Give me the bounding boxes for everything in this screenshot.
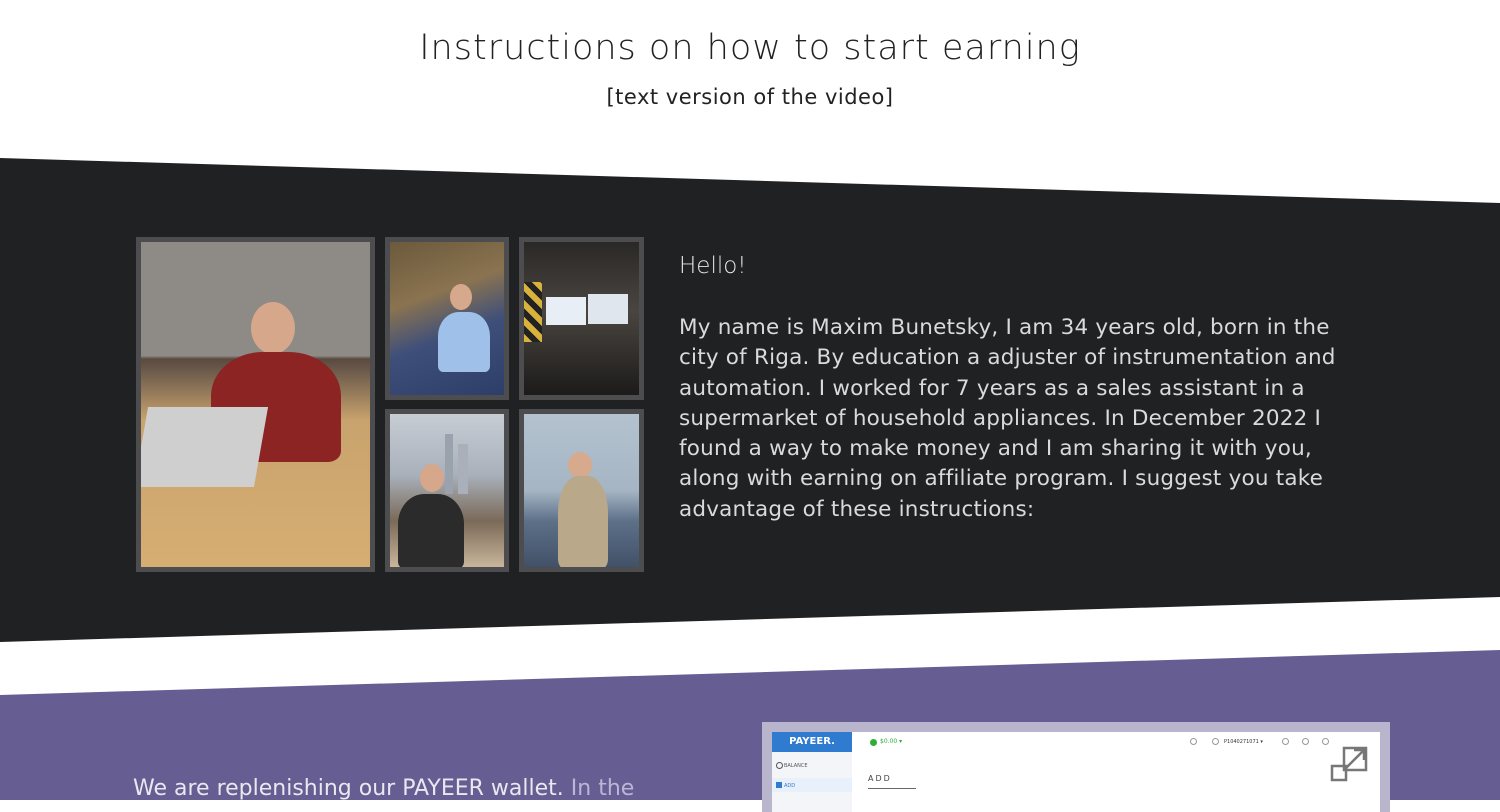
photo-cafe [385, 237, 509, 400]
payeer-account-id: P1040271071 ▾ [1224, 739, 1263, 745]
bio-paragraph: My name is Maxim Bunetsky, I am 34 years… [679, 315, 1336, 522]
photo-seaside [519, 409, 644, 572]
payeer-nav-balance: BALANCE [784, 763, 808, 769]
balance-icon [776, 762, 783, 769]
payeer-nav-add: ADD [784, 783, 796, 789]
photo-office-desk [519, 237, 644, 400]
step-text: We are replenishing our PAYEER wallet. I… [133, 776, 733, 801]
payeer-logo: PAYEER. [772, 732, 852, 752]
page-subtitle: [text version of the video] [606, 85, 894, 109]
flag-icon [1282, 738, 1289, 745]
notification-icon [1302, 738, 1309, 745]
status-dot-icon [870, 739, 877, 746]
step-text-continued: In the [570, 776, 635, 801]
add-icon [776, 782, 782, 788]
settings-icon [1190, 738, 1197, 745]
photo-dubai [385, 409, 509, 572]
payeer-balance: $0.00 ▾ [880, 738, 903, 745]
power-icon [1322, 738, 1329, 745]
expand-icon[interactable] [1330, 744, 1370, 784]
photo-laptop-portrait [136, 237, 375, 572]
payeer-heading: ADD [868, 774, 892, 783]
payeer-screenshot[interactable]: PAYEER. BALANCE ADD $0.00 ▾ P1040271071 … [762, 722, 1390, 812]
page-title: Instructions on how to start earning [419, 28, 1081, 68]
user-icon [1212, 738, 1219, 745]
payeer-sidebar: PAYEER. BALANCE ADD [772, 732, 852, 812]
step-text-main: We are replenishing our PAYEER wallet. [133, 776, 564, 801]
greeting-text: Hello! [679, 253, 747, 279]
